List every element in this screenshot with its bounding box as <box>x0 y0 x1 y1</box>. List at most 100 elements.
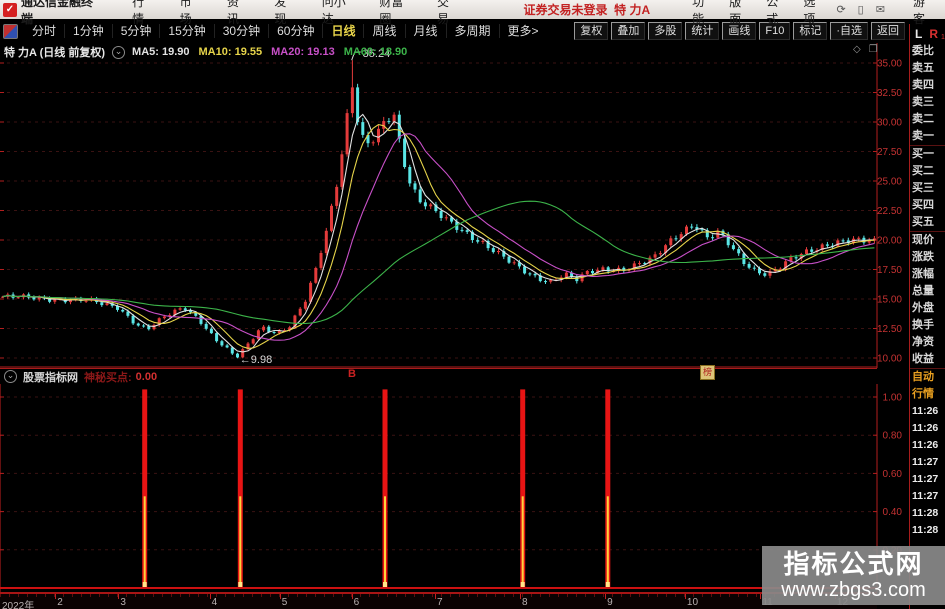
month-label: 4 <box>211 597 218 608</box>
svg-text:17.50: 17.50 <box>877 265 902 276</box>
indicator-header: ⌄ 股票指标网 神秘买点: 0.00 <box>0 368 877 384</box>
quote-row-label: 委比 <box>912 45 934 57</box>
tick-timestamp: 11:26 <box>912 439 939 451</box>
diamond-icon[interactable]: ◇ <box>853 44 861 55</box>
svg-text:0.60: 0.60 <box>883 469 903 480</box>
year-label: 2022年 <box>2 601 35 609</box>
svg-text:12.50: 12.50 <box>877 324 902 335</box>
toolbar-button[interactable]: 叠加 <box>611 22 646 40</box>
chart-header: 特 力A (日线 前复权) ⌄ MA5: 19.90 MA10: 19.55 MA2… <box>4 45 407 59</box>
svg-text:20.00: 20.00 <box>877 236 902 247</box>
period-tab[interactable]: 更多> <box>500 24 547 38</box>
toolbar-button[interactable]: ·自选 <box>830 22 868 40</box>
tick-timestamp: 11:28 <box>912 507 939 519</box>
menu-item[interactable]: 问小达 <box>322 0 353 27</box>
month-tick <box>434 594 436 599</box>
menu-item[interactable]: 资讯 <box>227 0 247 27</box>
tick-timestamp: 11:28 <box>912 524 939 536</box>
quote-row-label: 买五 <box>912 216 934 228</box>
candlestick-chart: 35.00 32.50 30.00 27.50 25.00 22.50 20.00 17.50… <box>0 43 902 368</box>
watermark-title: 指标公式网 <box>783 548 924 579</box>
month-tick <box>279 594 281 599</box>
svg-text:25.00: 25.00 <box>877 177 902 188</box>
menu-item[interactable]: 行情 <box>132 0 152 27</box>
tick-timestamp: 11:27 <box>912 473 939 485</box>
mail-icon[interactable]: ✉ <box>876 3 885 16</box>
quote-row-label: 涨幅 <box>912 268 934 280</box>
list-badge-icon: 榜 <box>700 365 715 380</box>
svg-text:22.50: 22.50 <box>877 206 902 217</box>
month-label: 3 <box>120 597 126 608</box>
ma-value-label: MA20: 19.13 <box>271 46 335 58</box>
menu-item[interactable]: 功能 <box>692 0 713 27</box>
chart-corner-icons: ◇ ❐ <box>853 44 878 55</box>
collapse-icon[interactable]: ⌄ <box>4 370 17 383</box>
main-menu: 行情 市场 资讯 发现 问小达 财富圈 交易 <box>132 0 457 27</box>
ma-value-label: MA5: 19.90 <box>132 46 190 58</box>
quote-row-label: 总量 <box>912 285 934 297</box>
svg-text:35.00: 35.00 <box>877 59 902 70</box>
menu-item[interactable]: 财富圈 <box>379 0 410 27</box>
quote-sidebar: L R 1000 委比卖五卖四卖三卖二卖一买一买二买三买四买五现价涨跌涨幅总量外… <box>909 24 945 609</box>
time-axis: 2022年 23456789101112 <box>0 592 877 609</box>
month-label: 6 <box>353 597 360 608</box>
app-title: 通达信金融终端 <box>21 0 94 26</box>
top-menu-bar: ✓ 通达信金融终端 行情 市场 资讯 发现 问小达 财富圈 交易 证券交易未登录 特 力A … <box>0 0 945 26</box>
tick-timestamp: 11:27 <box>912 456 939 468</box>
sidebar-mode-label[interactable]: 行情 <box>910 386 945 403</box>
indicator-source-label: 股票指标网 <box>23 371 78 384</box>
toolbar-button[interactable]: 复权 <box>574 22 609 40</box>
svg-text:27.50: 27.50 <box>877 147 902 158</box>
tdx-terminal-window: ✓ 通达信金融终端 行情 市场 资讯 发现 问小达 财富圈 交易 证券交易未登录 特 力A … <box>0 0 945 609</box>
menu-item[interactable]: 版面 <box>729 0 750 27</box>
month-tick <box>118 594 120 599</box>
ma-value-label: MA10: 19.55 <box>198 46 263 58</box>
quote-row-label: 买三 <box>912 182 934 194</box>
month-label: 5 <box>281 597 288 608</box>
svg-text:32.50: 32.50 <box>877 88 902 99</box>
quote-row-label: 卖四 <box>912 79 934 91</box>
login-status-text: 证券交易未登录 特 力A <box>523 3 651 17</box>
quote-row-label: 买一 <box>910 145 945 163</box>
month-label: 9 <box>607 597 613 608</box>
month-tick <box>684 594 686 599</box>
month-label: 10 <box>686 597 699 608</box>
menu-item[interactable]: 市场 <box>180 0 200 27</box>
user-guest-label[interactable]: 游客 <box>913 0 935 27</box>
svg-text:←9.98: ←9.98 <box>240 354 272 366</box>
indicator-name-label: 神秘买点: <box>84 371 132 384</box>
toolbar-button[interactable]: 返回 <box>871 22 905 40</box>
menu-item[interactable]: 公式 <box>766 0 787 27</box>
quote-row-label: 卖五 <box>912 62 934 74</box>
quote-row-label: 换手 <box>912 319 934 331</box>
refresh-icon[interactable]: ⟳ <box>836 3 845 16</box>
quote-row-label: 买四 <box>912 199 934 211</box>
tab-level[interactable]: L <box>915 27 922 41</box>
menu-item[interactable]: 选项 <box>803 0 824 27</box>
month-tick <box>605 594 607 599</box>
svg-text:0.80: 0.80 <box>883 431 903 442</box>
quote-row-label: 卖三 <box>912 96 934 108</box>
sidebar-mode-label[interactable]: 自动 <box>910 368 945 386</box>
ma-legend: MA5: 19.90 MA10: 19.55 MA20: 19.13 MA60: 18… <box>132 46 407 58</box>
app-logo-icon: ✓ <box>3 2 17 17</box>
svg-text:10.00: 10.00 <box>877 354 902 365</box>
quote-row-label: 外盘 <box>912 302 934 314</box>
tick-timestamp: 11:27 <box>912 490 939 502</box>
window-icon[interactable]: ❐ <box>869 44 878 55</box>
svg-text:1.00: 1.00 <box>883 393 903 404</box>
ma-value-label: MA60: 18.90 <box>343 46 408 58</box>
month-tick <box>209 594 211 599</box>
chart-type-icon[interactable] <box>3 23 18 39</box>
buy-signal-marker: B <box>348 368 356 380</box>
chevron-down-icon[interactable]: ⌄ <box>112 45 126 59</box>
menu-item[interactable]: 交易 <box>437 0 457 27</box>
menu-item[interactable]: 发现 <box>274 0 294 27</box>
tab-right[interactable]: R <box>929 27 938 41</box>
tab-right-sub: 1000 <box>941 33 945 41</box>
quote-row-label: 收益 <box>912 353 934 365</box>
toolbar-button[interactable]: 多股 <box>648 22 683 40</box>
secondary-menu: 功能 版面 公式 选项 <box>692 0 824 27</box>
month-tick <box>55 594 57 599</box>
phone-icon[interactable]: ▯ <box>858 3 864 16</box>
